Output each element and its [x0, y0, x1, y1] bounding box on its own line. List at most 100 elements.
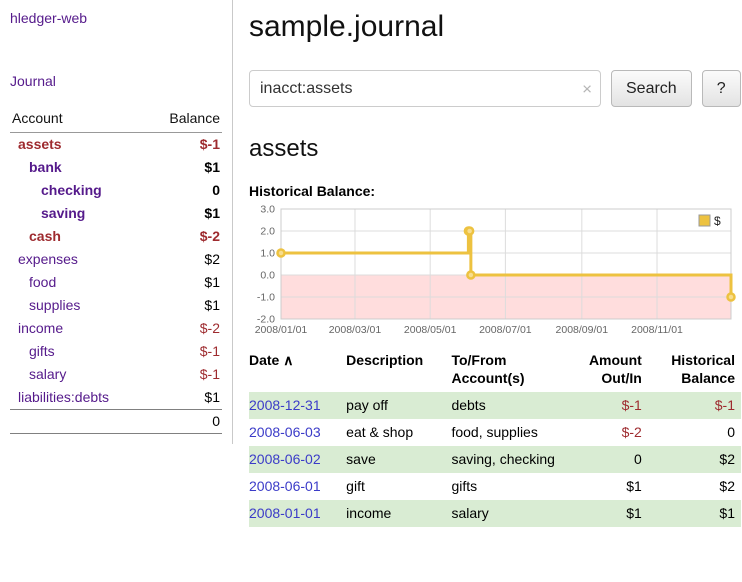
app-title-row: hledger-web	[10, 10, 222, 26]
transaction-row: 2008-06-02savesaving, checking0$2	[249, 446, 741, 473]
transaction-accounts: saving, checking	[451, 446, 562, 473]
register-header-row: Date ∧ Description To/From Account(s) Am…	[249, 351, 741, 392]
account-link[interactable]: supplies	[29, 297, 80, 313]
transaction-row: 2008-12-31pay offdebts$-1$-1	[249, 392, 741, 419]
chart-x-tick-label: 2008/03/01	[329, 324, 382, 336]
account-link[interactable]: bank	[29, 159, 62, 175]
chart-y-tick-label: 0.0	[260, 270, 275, 282]
accounts-total-spacer	[10, 410, 148, 434]
nav-journal-link[interactable]: Journal	[10, 73, 56, 89]
header-amount-label-line2: Out/In	[601, 370, 641, 386]
account-row: salary$-1	[10, 363, 222, 386]
account-balance: $1	[148, 271, 222, 294]
account-row: gifts $-1	[10, 340, 222, 363]
transaction-date-cell: 2008-12-31	[249, 392, 346, 419]
account-row: liabilities:debts $1	[10, 386, 222, 410]
account-balance: 0	[148, 179, 222, 202]
transaction-date-link[interactable]: 2008-01-01	[249, 505, 321, 521]
header-amount-label-line1: Amount	[589, 352, 642, 368]
account-row: food $1	[10, 271, 222, 294]
historical-balance-chart: 3.02.01.00.0-1.0-2.02008/01/012008/03/01…	[249, 203, 739, 341]
account-link[interactable]: assets	[18, 136, 62, 152]
app-layout: hledger-web Journal Account Balance asse…	[0, 0, 742, 527]
account-row: expenses$2	[10, 248, 222, 271]
chart-data-point	[728, 294, 735, 301]
search-button[interactable]: Search	[611, 70, 692, 107]
chart-x-tick-label: 2008/09/01	[556, 324, 609, 336]
account-link[interactable]: gifts	[29, 343, 55, 359]
account-name-cell: cash	[10, 225, 148, 248]
app-title-link[interactable]: hledger-web	[10, 10, 87, 26]
account-balance: $-1	[148, 133, 222, 157]
transaction-row: 2008-06-01giftgifts$1$2	[249, 473, 741, 500]
header-accounts-label-line1: To/From	[451, 352, 506, 368]
account-link[interactable]: cash	[29, 228, 61, 244]
account-row: checking 0	[10, 179, 222, 202]
transaction-row: 2008-01-01incomesalary$1$1	[249, 500, 741, 527]
header-accounts-label-line2: Account(s)	[451, 370, 524, 386]
chart-legend-label: $	[714, 214, 721, 228]
account-link[interactable]: liabilities:debts	[18, 389, 109, 405]
chart-legend-swatch	[699, 215, 710, 226]
transaction-date-link[interactable]: 2008-06-01	[249, 478, 321, 494]
header-balance-label-line1: Historical	[671, 352, 735, 368]
sort-ascending-icon: ∧	[283, 352, 293, 368]
nav-journal-row: Journal	[10, 73, 222, 89]
clear-search-icon[interactable]: ×	[582, 80, 592, 97]
account-link[interactable]: checking	[41, 182, 102, 198]
accounts-header-row: Account Balance	[10, 107, 222, 133]
header-balance-label-line2: Balance	[681, 370, 735, 386]
account-row: cash $-2	[10, 225, 222, 248]
transaction-accounts: food, supplies	[451, 419, 562, 446]
accounts-header-balance: Balance	[148, 107, 222, 133]
account-link[interactable]: income	[18, 320, 63, 336]
search-input[interactable]	[249, 70, 601, 107]
account-link[interactable]: expenses	[18, 251, 78, 267]
help-button[interactable]: ?	[702, 70, 741, 107]
header-description-label: Description	[346, 352, 423, 368]
transaction-date-link[interactable]: 2008-12-31	[249, 397, 321, 413]
account-balance: $-2	[148, 317, 222, 340]
account-row: assets $-1	[10, 133, 222, 157]
search-form: × Search ?	[249, 70, 741, 107]
chart-y-tick-label: 1.0	[260, 248, 275, 260]
account-balance: $1	[148, 386, 222, 410]
accounts-total-balance: 0	[148, 410, 222, 434]
account-name-cell: bank	[10, 156, 148, 179]
account-balance: $1	[148, 294, 222, 317]
account-link[interactable]: salary	[29, 366, 66, 382]
chart-x-tick-label: 2008/01/01	[255, 324, 308, 336]
account-link[interactable]: food	[29, 274, 56, 290]
chart-data-point	[466, 228, 473, 235]
transaction-description: gift	[346, 473, 451, 500]
account-link[interactable]: saving	[41, 205, 85, 221]
chart-y-tick-label: 3.0	[260, 204, 275, 216]
account-name-cell: expenses	[10, 248, 148, 271]
account-balance: $-2	[148, 225, 222, 248]
sidebar: hledger-web Journal Account Balance asse…	[0, 0, 233, 444]
transaction-accounts: gifts	[451, 473, 562, 500]
transaction-row: 2008-06-03eat & shopfood, supplies$-20	[249, 419, 741, 446]
account-name-cell: salary	[10, 363, 148, 386]
transaction-balance: $-1	[648, 392, 741, 419]
transaction-date-link[interactable]: 2008-06-02	[249, 451, 321, 467]
transaction-date-link[interactable]: 2008-06-03	[249, 424, 321, 440]
transaction-amount: $-1	[563, 392, 648, 419]
account-name-cell: saving	[10, 202, 148, 225]
account-name-cell: checking	[10, 179, 148, 202]
accounts-table: Account Balance assets $-1 bank $1 checking 0…	[10, 107, 222, 434]
transaction-balance: $2	[648, 446, 741, 473]
search-input-wrapper: ×	[249, 70, 601, 107]
chart-x-tick-label: 2008/11/01	[631, 324, 683, 336]
account-name-cell: food	[10, 271, 148, 294]
chart-title: Historical Balance:	[249, 183, 741, 199]
transaction-date-cell: 2008-06-02	[249, 446, 346, 473]
account-balance: $-1	[148, 340, 222, 363]
account-name-cell: assets	[10, 133, 148, 157]
header-description: Description	[346, 351, 451, 392]
account-name-cell: supplies	[10, 294, 148, 317]
account-row: saving$1	[10, 202, 222, 225]
header-date[interactable]: Date ∧	[249, 351, 346, 392]
transaction-amount: $1	[563, 473, 648, 500]
header-date-label: Date	[249, 352, 279, 368]
